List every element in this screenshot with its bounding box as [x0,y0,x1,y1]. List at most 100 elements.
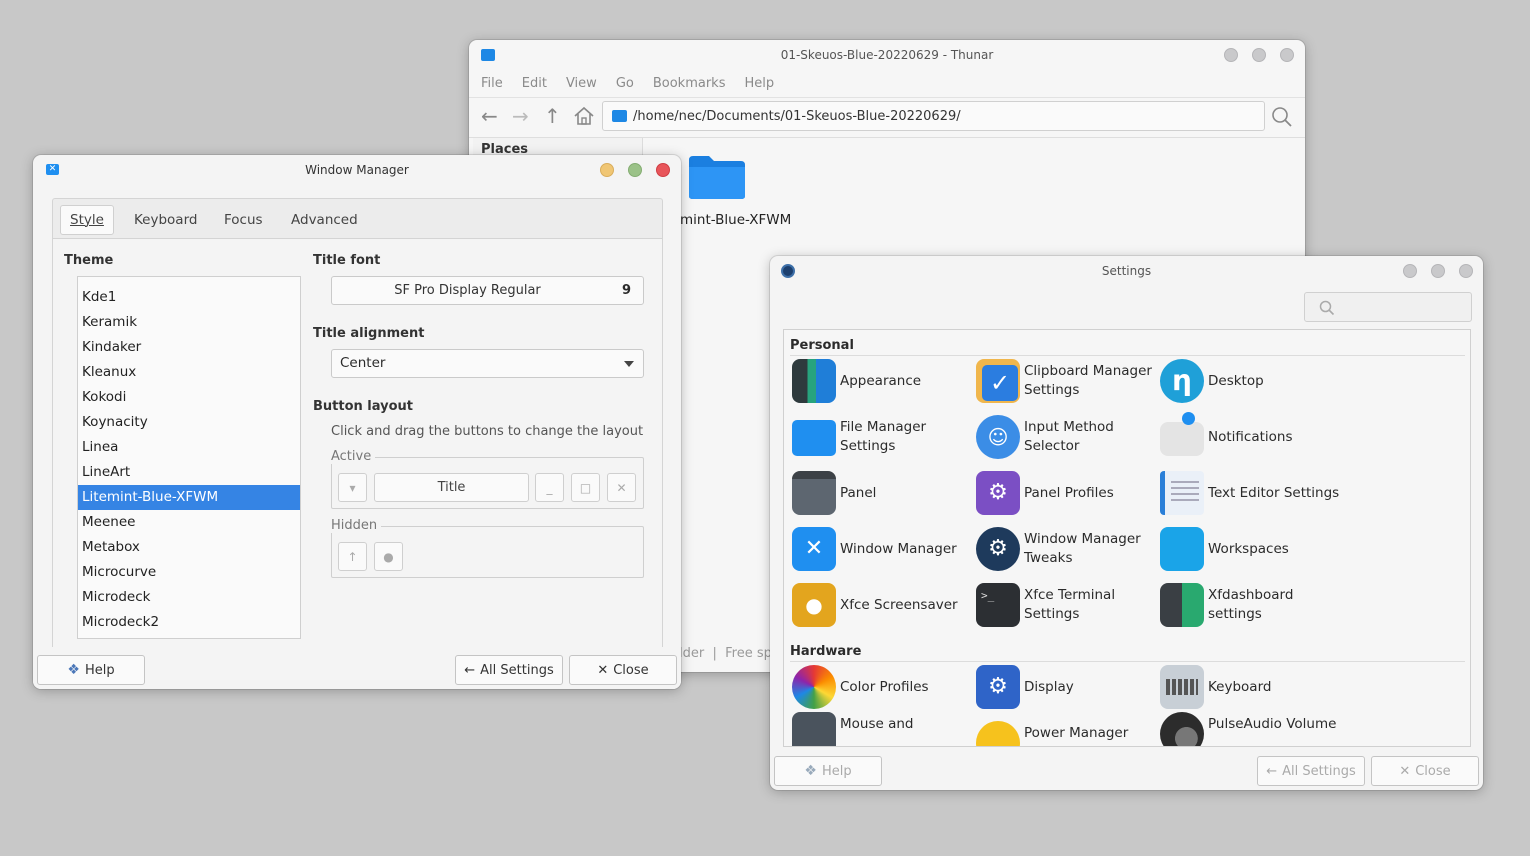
theme-item[interactable]: LineArt [78,460,300,485]
settings-item-color-profiles[interactable]: Color Profiles [790,662,974,712]
settings-item-terminal[interactable]: >_ Xfce Terminal Settings [974,580,1158,630]
settings-item-screensaver[interactable]: ● Xfce Screensaver [790,580,974,630]
window-manager-window: ✕ Window Manager Style Keyboard Focus Ad… [33,155,681,689]
maximize-slot[interactable]: □ [571,473,600,502]
close-slot[interactable]: ✕ [607,473,636,502]
window-title: 01-Skeuos-Blue-20220629 - Thunar [780,48,994,62]
theme-item[interactable]: Microcurve [78,560,300,585]
settings-item-panel-profiles[interactable]: ⚙ Panel Profiles [974,468,1158,518]
close-button[interactable] [1459,264,1473,278]
desktop-icon: η [1160,359,1204,403]
maximize-button[interactable] [628,163,642,177]
text-editor-icon [1160,471,1204,515]
settings-item-xfdashboard[interactable]: Xfdashboard settings [1158,580,1342,630]
active-label: Active [331,449,376,464]
theme-item[interactable]: Microdeck2 [78,610,300,635]
title-font-button[interactable]: SF Pro Display Regular 9 [331,276,644,305]
title-font-label: Title font [313,253,381,268]
theme-item[interactable]: Kindaker [78,335,300,360]
speaker-icon [1160,712,1204,746]
xfdashboard-icon [1160,583,1204,627]
close-button[interactable]: ✕ Close [569,655,677,685]
back-icon[interactable]: ← [481,106,498,126]
minimize-button[interactable] [600,163,614,177]
close-button[interactable] [1280,48,1294,62]
folder-item[interactable]: mint-Blue-XFWM [679,150,791,240]
shade-slot[interactable]: ↑ [338,542,367,571]
maximize-button[interactable] [1431,264,1445,278]
mouse-icon [792,712,836,746]
appearance-icon [792,359,836,403]
settings-item-power[interactable]: Power Manager [974,718,1158,746]
title-alignment-label: Title alignment [313,326,425,341]
all-settings-button[interactable]: ← All Settings [455,655,563,685]
window-manager-icon: ✕ [792,527,836,571]
settings-item-clipboard[interactable]: ✓ Clipboard Manager Settings [974,356,1158,406]
titlebar[interactable]: 01-Skeuos-Blue-20220629 - Thunar [469,40,1305,70]
close-button[interactable] [656,163,670,177]
close-button[interactable]: ✕ Close [1371,756,1479,786]
all-settings-button[interactable]: ← All Settings [1257,756,1365,786]
home-icon[interactable] [573,106,595,129]
theme-item[interactable]: Linea [78,435,300,460]
menu-go[interactable]: Go [616,76,634,91]
settings-item-notifications[interactable]: Notifications [1158,412,1342,462]
menu-button-slot[interactable]: ▾ [338,473,367,502]
maximize-button[interactable] [1252,48,1266,62]
theme-item[interactable]: Metabox [78,535,300,560]
settings-item-desktop[interactable]: η Desktop [1158,356,1342,406]
menu-file[interactable]: File [481,76,503,91]
minimize-button[interactable] [1403,264,1417,278]
stick-slot[interactable]: ● [374,542,403,571]
search-icon[interactable] [1271,106,1293,132]
minimize-slot[interactable]: _ [535,473,564,502]
tab-keyboard[interactable]: Keyboard [125,205,206,235]
settings-item-wm-tweaks[interactable]: ⚙ Window Manager Tweaks [974,524,1158,574]
minimize-button[interactable] [1224,48,1238,62]
theme-item[interactable]: Kde1 [78,285,300,310]
tab-advanced[interactable]: Advanced [282,205,367,235]
help-button[interactable]: ❖ Help [37,655,145,685]
settings-item-appearance[interactable]: Appearance [790,356,974,406]
theme-item-selected[interactable]: Litemint-Blue-XFWM [78,485,300,510]
arrow-left-icon: ← [464,662,476,678]
settings-item-input-method[interactable]: ☺ Input Method Selector [974,412,1158,462]
theme-item[interactable]: Koynacity [78,410,300,435]
up-icon[interactable]: ↑ [544,106,561,126]
settings-item-text-editor[interactable]: Text Editor Settings [1158,468,1342,518]
search-icon [1319,300,1335,316]
menu-bookmarks[interactable]: Bookmarks [653,76,726,91]
location-bar[interactable]: /home/nec/Documents/01-Skeuos-Blue-20220… [602,101,1265,131]
forward-icon[interactable]: → [512,106,529,126]
tab-focus[interactable]: Focus [215,205,272,235]
menu-view[interactable]: View [566,76,597,91]
button-layout-label: Button layout [313,399,414,414]
help-button[interactable]: ❖ Help [774,756,882,786]
theme-list[interactable]: Kde1 Keramik Kindaker Kleanux Kokodi Koy… [77,276,301,639]
titlebar[interactable]: Settings [770,256,1483,286]
settings-item-mouse[interactable]: Mouse and [790,709,974,746]
menu-help[interactable]: Help [744,76,774,91]
menu-edit[interactable]: Edit [522,76,547,91]
titlebar[interactable]: ✕ Window Manager [33,155,681,185]
settings-item-panel[interactable]: Panel [790,468,974,518]
search-input[interactable] [1304,292,1472,322]
settings-item-display[interactable]: ⚙ Display [974,662,1158,712]
settings-item-file-manager[interactable]: File Manager Settings [790,412,974,462]
display-icon: ⚙ [976,665,1020,709]
theme-item[interactable]: Kokodi [78,385,300,410]
settings-item-pulseaudio[interactable]: PulseAudio Volume [1158,709,1342,746]
settings-item-keyboard[interactable]: Keyboard [1158,662,1342,712]
settings-item-workspaces[interactable]: Workspaces [1158,524,1342,574]
theme-item[interactable]: Meenee [78,510,300,535]
notifications-icon [1160,412,1204,456]
menubar-divider [469,97,1305,98]
theme-item[interactable]: Kleanux [78,360,300,385]
tab-style[interactable]: Style [60,205,114,235]
theme-item[interactable]: Microdeck [78,585,300,610]
settings-item-window-manager[interactable]: ✕ Window Manager [790,524,974,574]
input-method-icon: ☺ [976,415,1020,459]
title-slot[interactable]: Title [374,473,529,502]
theme-item[interactable]: Keramik [78,310,300,335]
title-alignment-select[interactable]: Center [331,349,644,378]
